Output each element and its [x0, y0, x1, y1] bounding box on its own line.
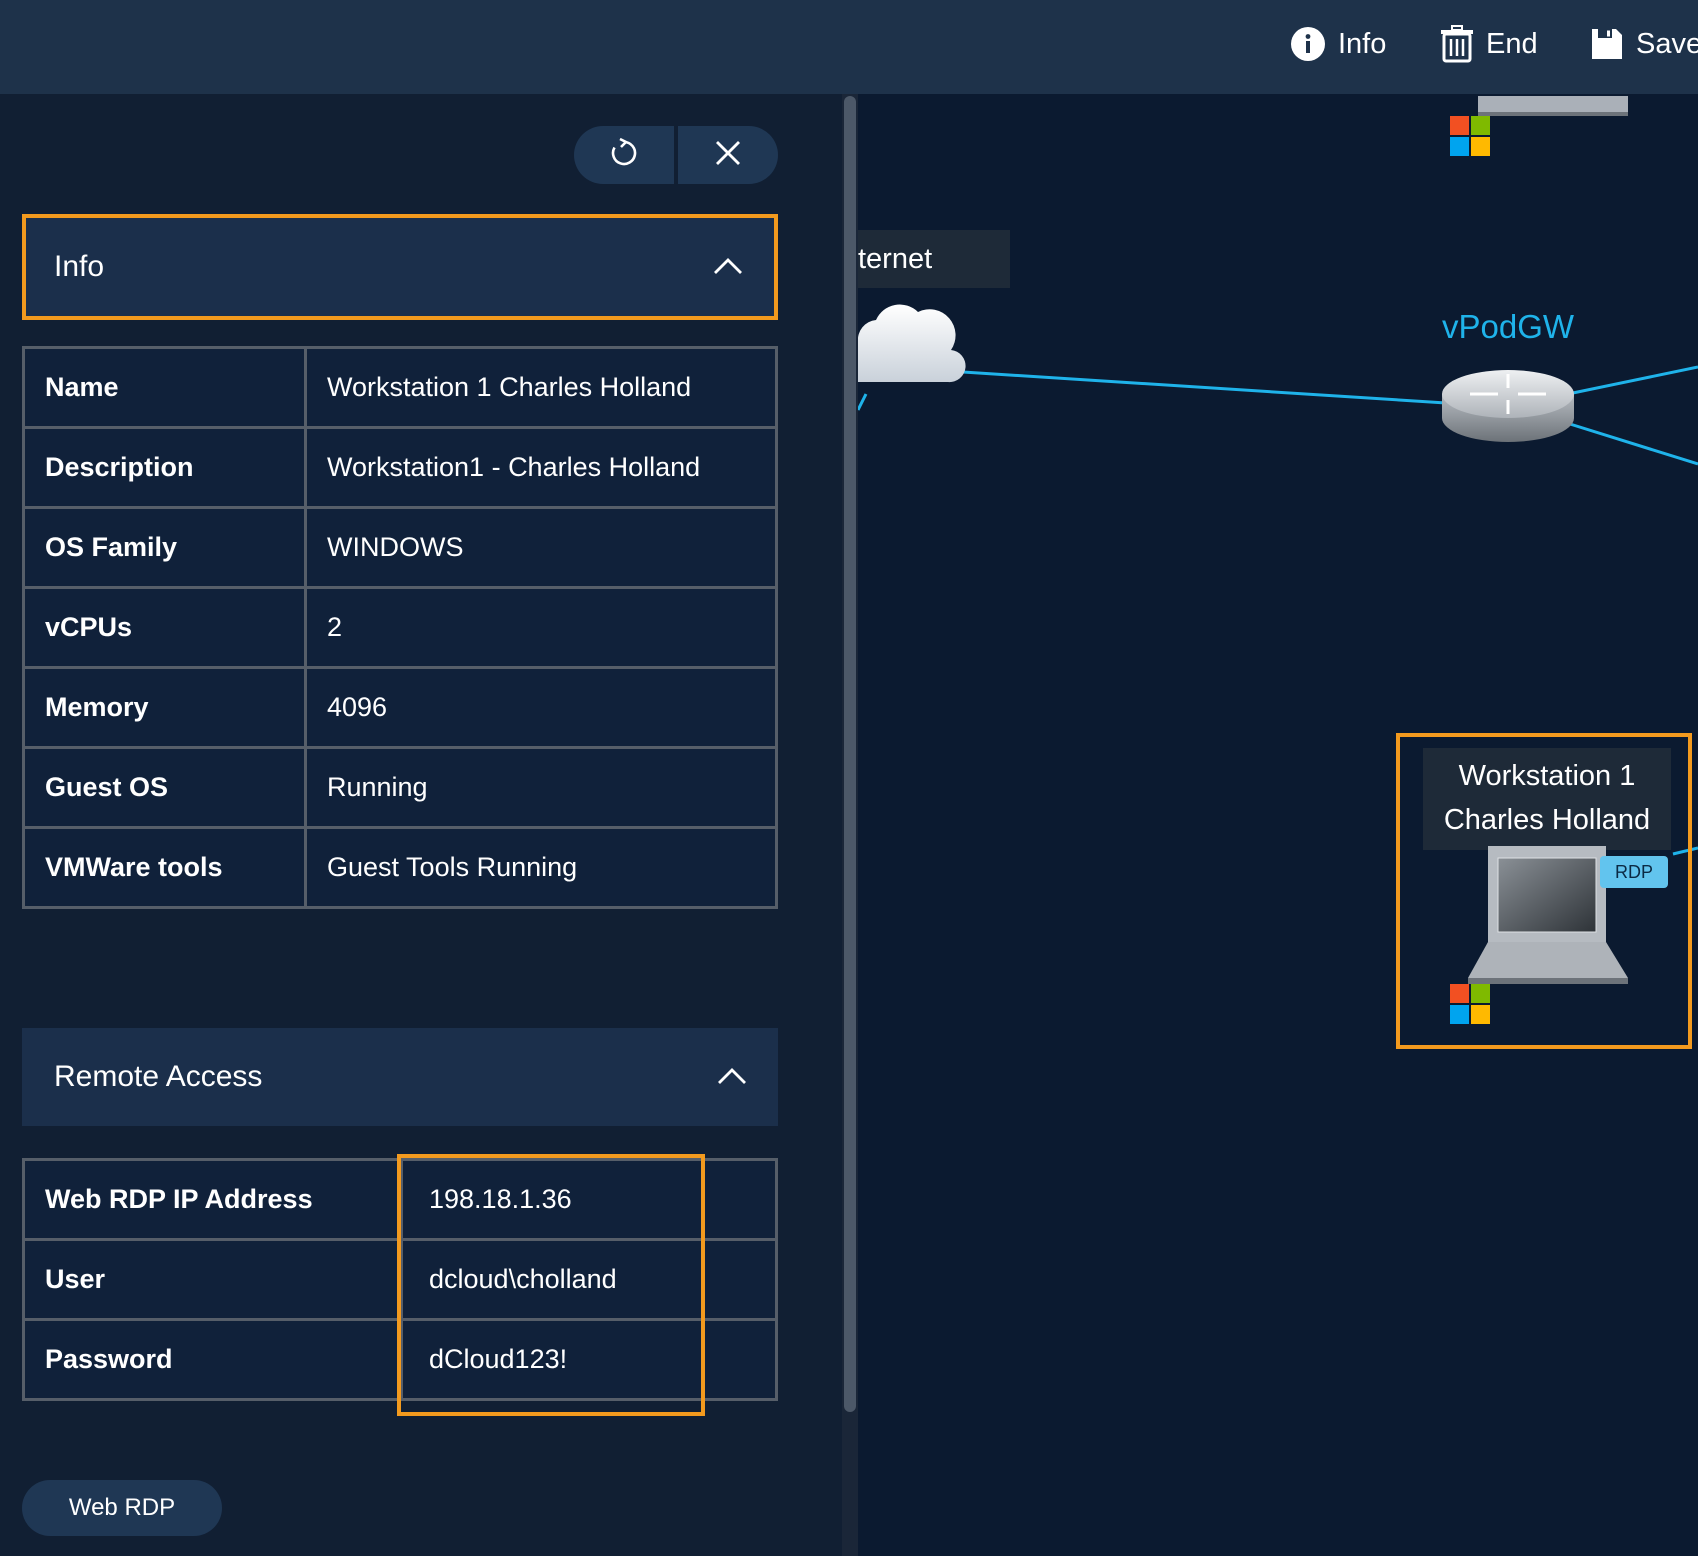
- table-row: VMWare tools Guest Tools Running: [22, 826, 778, 909]
- table-row: Guest OS Running: [22, 746, 778, 829]
- table-row: User dcloud\cholland: [22, 1238, 778, 1321]
- remote-value-ip: 198.18.1.36: [400, 1158, 778, 1241]
- info-key-vcpus: vCPUs: [22, 586, 307, 669]
- table-row: Memory 4096: [22, 666, 778, 749]
- chevron-up-icon: [712, 250, 744, 284]
- info-value-name: Workstation 1 Charles Holland: [304, 346, 778, 429]
- top-toolbar: Info End Save: [0, 0, 1698, 94]
- end-button[interactable]: End: [1440, 20, 1538, 68]
- remote-key-password: Password: [22, 1318, 403, 1401]
- info-icon: [1290, 26, 1326, 62]
- remote-value-user: dcloud\cholland: [400, 1238, 778, 1321]
- save-icon: [1590, 27, 1624, 61]
- info-value-vcpus: 2: [304, 586, 778, 669]
- remote-value-password: dCloud123!: [400, 1318, 778, 1401]
- info-value-vmware-tools: Guest Tools Running: [304, 826, 778, 909]
- table-row: Web RDP IP Address 198.18.1.36: [22, 1158, 778, 1241]
- info-value-guest-os: Running: [304, 746, 778, 829]
- info-value-description: Workstation1 - Charles Holland: [304, 426, 778, 509]
- info-value-memory: 4096: [304, 666, 778, 749]
- cloud-icon[interactable]: [858, 290, 968, 395]
- workstation-node-label: Workstation 1 Charles Holland: [1423, 748, 1671, 850]
- table-row: Password dCloud123!: [22, 1318, 778, 1401]
- refresh-icon: [608, 137, 640, 174]
- workstation-label-line1: Workstation 1: [1458, 760, 1636, 792]
- info-key-vmware-tools: VMWare tools: [22, 826, 307, 909]
- rdp-badge[interactable]: RDP: [1600, 856, 1668, 888]
- remote-access-section-title: Remote Access: [54, 1060, 263, 1093]
- scrollbar-thumb[interactable]: [844, 96, 856, 1412]
- remote-key-ip: Web RDP IP Address: [22, 1158, 403, 1241]
- chevron-up-icon: [716, 1060, 748, 1094]
- close-button[interactable]: [678, 126, 778, 184]
- table-row: Description Workstation1 - Charles Holla…: [22, 426, 778, 509]
- info-value-os-family: WINDOWS: [304, 506, 778, 589]
- trash-icon: [1440, 25, 1474, 63]
- refresh-button[interactable]: [574, 126, 674, 184]
- windows-logo-icon: [1450, 984, 1490, 1029]
- web-rdp-button[interactable]: Web RDP: [22, 1480, 222, 1536]
- workstation-icon-top[interactable]: [1468, 94, 1648, 164]
- remote-access-table: Web RDP IP Address 198.18.1.36 User dclo…: [22, 1158, 778, 1401]
- end-button-label: End: [1486, 27, 1538, 60]
- table-row: OS Family WINDOWS: [22, 506, 778, 589]
- topology-canvas[interactable]: ternet vPodGW Workstation 1 Charles Holl…: [858, 94, 1698, 1556]
- info-button[interactable]: Info: [1290, 20, 1386, 68]
- router-icon[interactable]: [1440, 366, 1576, 451]
- info-section-title: Info: [54, 250, 105, 283]
- remote-key-user: User: [22, 1238, 403, 1321]
- remote-access-section-header[interactable]: Remote Access: [22, 1028, 778, 1126]
- panel-controls: [574, 126, 778, 184]
- info-key-memory: Memory: [22, 666, 307, 749]
- info-table: Name Workstation 1 Charles Holland Descr…: [22, 346, 778, 909]
- info-section-header[interactable]: Info: [22, 214, 778, 320]
- info-key-description: Description: [22, 426, 307, 509]
- save-button[interactable]: Save: [1590, 20, 1698, 68]
- close-icon: [714, 139, 742, 172]
- info-button-label: Info: [1338, 27, 1387, 60]
- table-row: vCPUs 2: [22, 586, 778, 669]
- info-key-os-family: OS Family: [22, 506, 307, 589]
- internet-label: ternet: [858, 230, 1010, 288]
- workstation-label-line2: Charles Holland: [1443, 804, 1651, 836]
- vpodgw-label: vPodGW: [1442, 308, 1575, 345]
- save-button-label: Save: [1636, 27, 1698, 60]
- info-key-name: Name: [22, 346, 307, 429]
- windows-logo-icon: [1450, 116, 1490, 161]
- table-row: Name Workstation 1 Charles Holland: [22, 346, 778, 429]
- info-key-guest-os: Guest OS: [22, 746, 307, 829]
